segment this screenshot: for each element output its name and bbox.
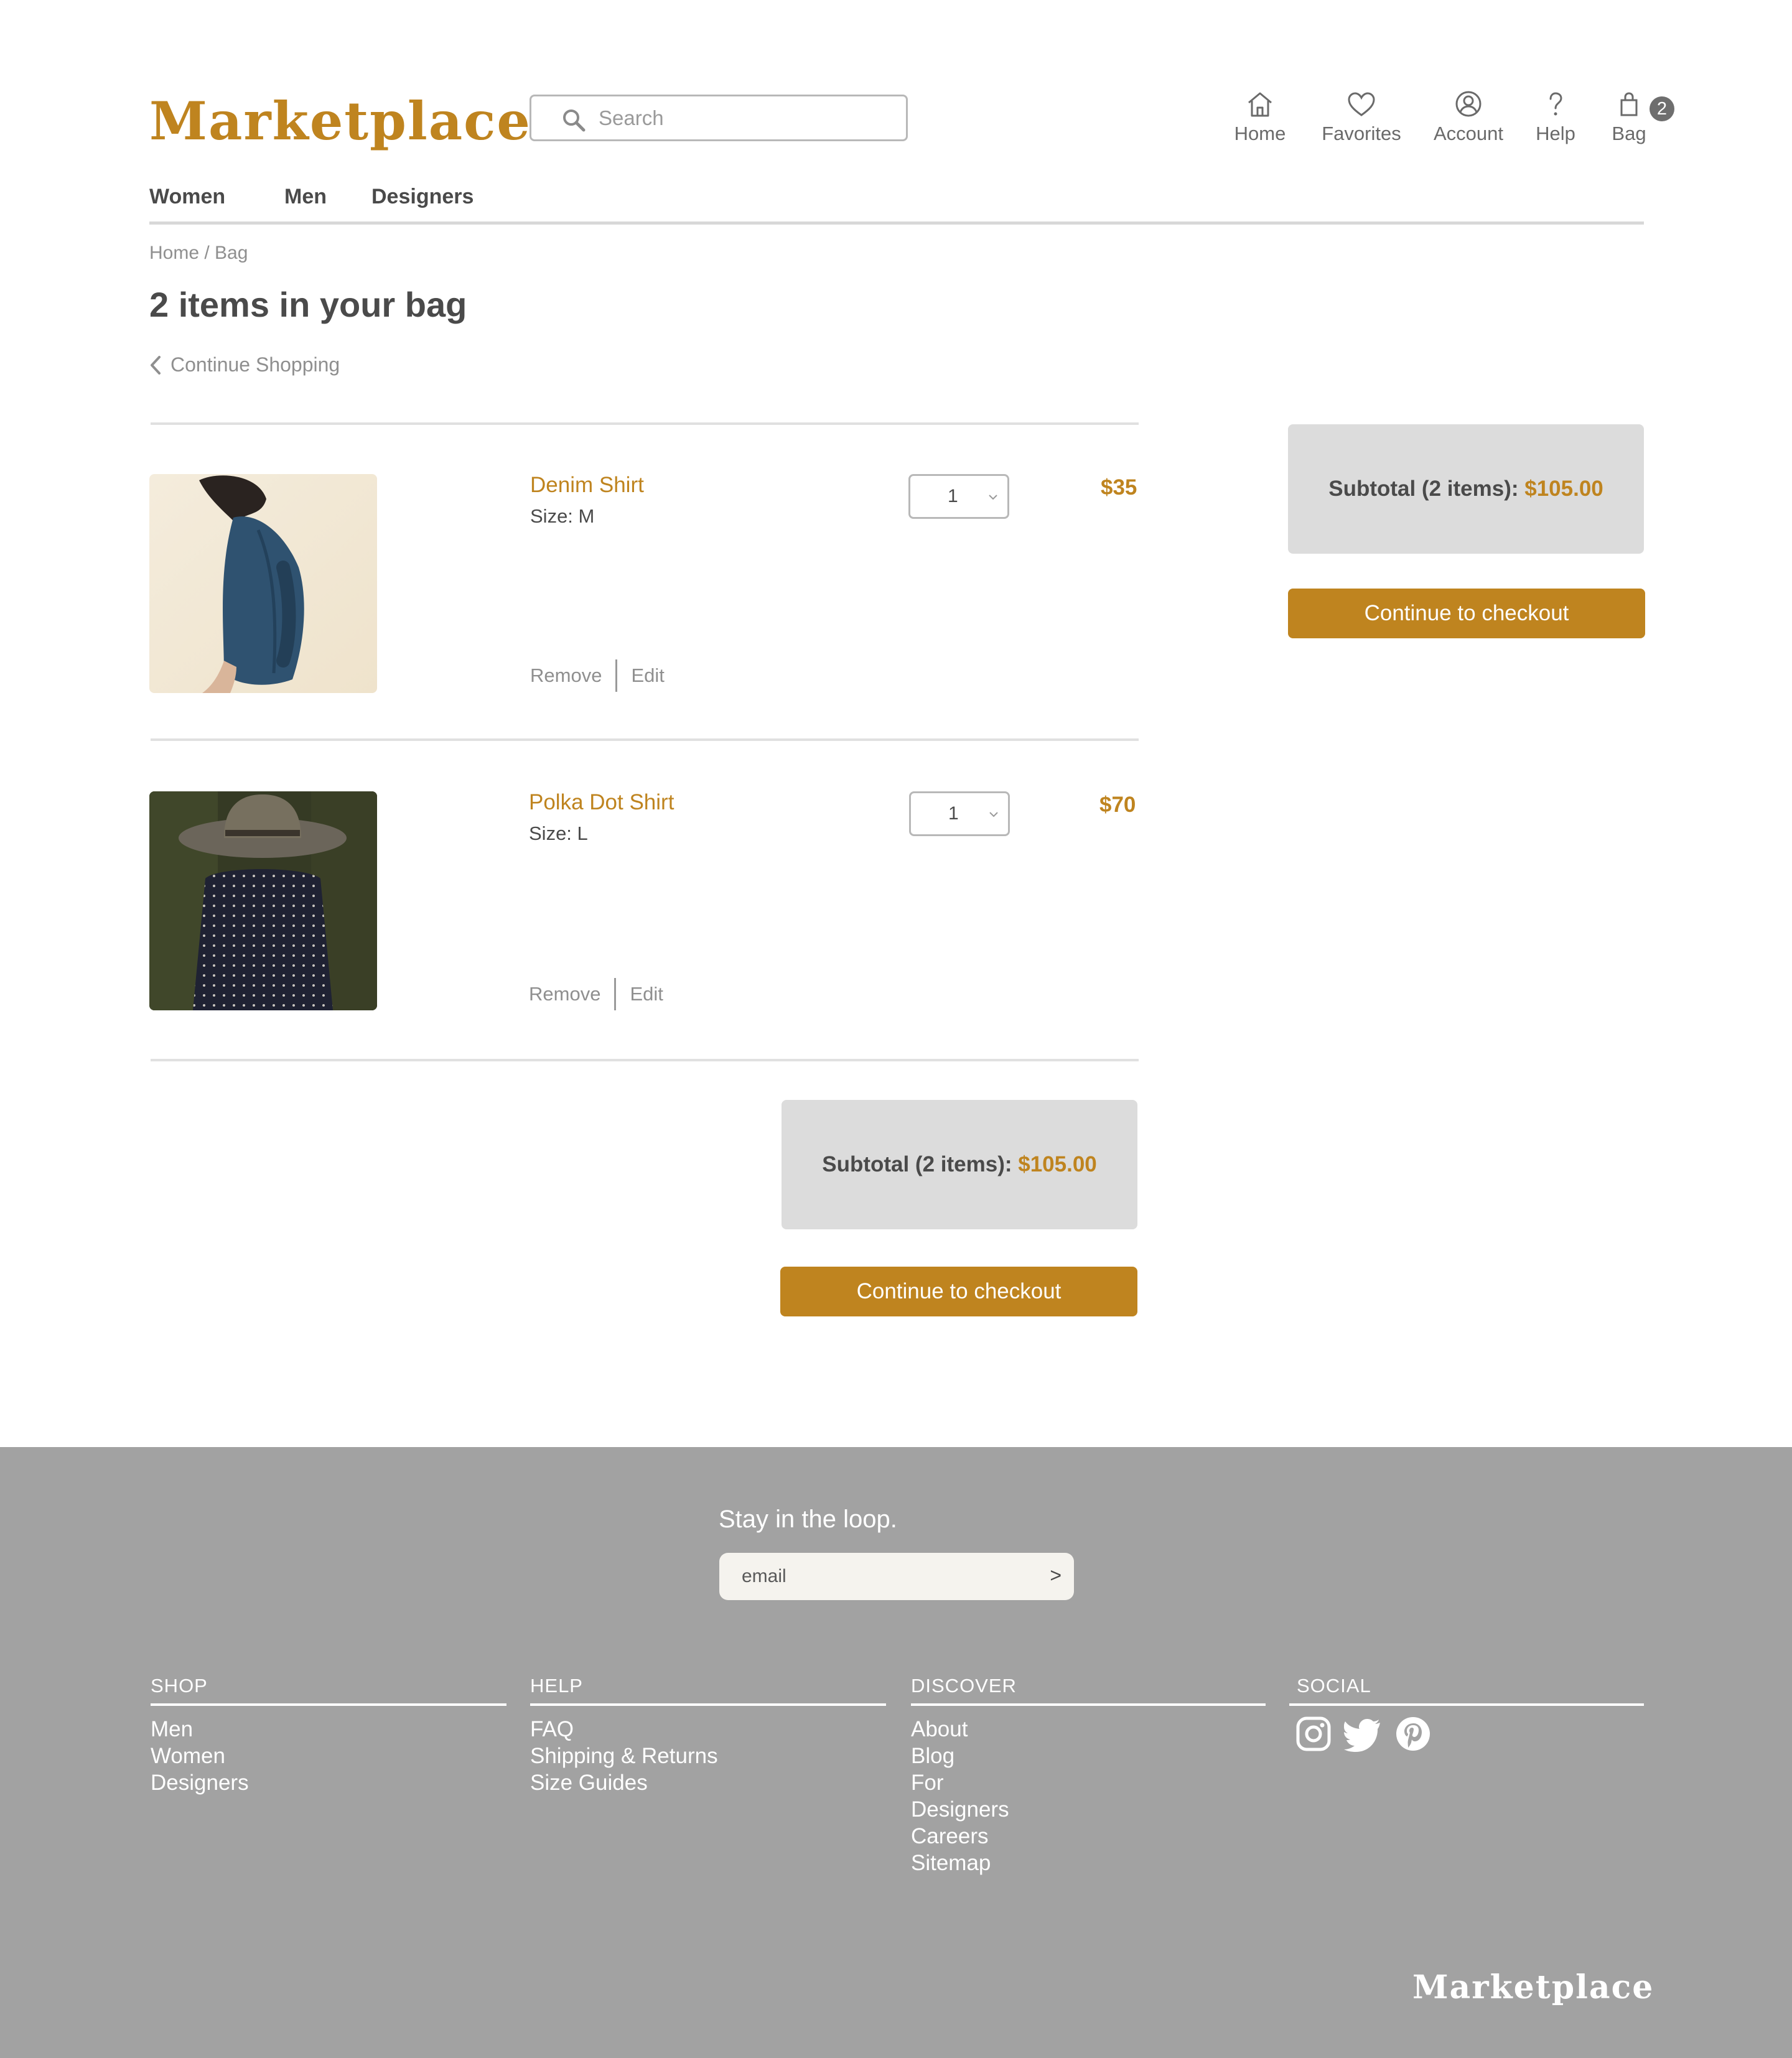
chevron-left-icon [151, 355, 161, 375]
footer-column-discover: DISCOVER About Blog For Designers Career… [911, 1675, 1266, 1876]
footer-link[interactable]: Women [151, 1743, 506, 1769]
footer-link[interactable]: Shipping & Returns [530, 1743, 886, 1769]
nav-bag[interactable]: Bag [1605, 90, 1653, 145]
checkout-button[interactable]: Continue to checkout [1288, 589, 1645, 638]
item-actions: Remove Edit [530, 659, 665, 692]
quantity-value: 1 [948, 486, 958, 506]
twitter-icon[interactable] [1344, 1716, 1383, 1752]
divider [151, 1059, 1139, 1061]
checkout-button-bottom[interactable]: Continue to checkout [780, 1267, 1137, 1316]
footer-divider [151, 1703, 506, 1706]
nav-help-label: Help [1536, 123, 1575, 144]
footer-divider [530, 1703, 886, 1706]
bag-icon [1620, 92, 1638, 116]
category-women[interactable]: Women [149, 185, 225, 209]
footer-heading: SOCIAL [1297, 1675, 1371, 1697]
item-name[interactable]: Polka Dot Shirt [529, 790, 674, 815]
footer-column-help: HELP FAQ Shipping & Returns Size Guides [530, 1675, 886, 1796]
nav-account[interactable]: Account [1430, 90, 1507, 145]
search-box[interactable] [530, 95, 908, 141]
footer-link[interactable]: Size Guides [530, 1769, 886, 1796]
footer: Stay in the loop. > SHOP Men Women Desig… [0, 1447, 1792, 2058]
footer-heading: SHOP [151, 1675, 208, 1697]
divider [151, 422, 1139, 425]
item-size: Size: M [530, 505, 595, 527]
footer-column-shop: SHOP Men Women Designers [151, 1675, 506, 1796]
item-size: Size: L [529, 822, 588, 844]
bag-count-badge: 2 [1650, 96, 1674, 121]
site-logo[interactable]: Marketplace [149, 87, 531, 156]
chevron-down-icon [989, 495, 997, 500]
footer-link[interactable]: Designers [151, 1769, 506, 1796]
home-icon [1248, 92, 1272, 117]
subtotal-amount: $105.00 [1524, 477, 1603, 501]
footer-heading: DISCOVER [911, 1675, 1017, 1697]
newsletter-form: > [719, 1553, 1074, 1600]
page-title: 2 items in your bag [149, 285, 467, 324]
product-image-denim-shirt[interactable] [149, 474, 377, 693]
footer-column-social: SOCIAL [1289, 1675, 1644, 1752]
newsletter-title: Stay in the loop. [719, 1506, 897, 1533]
pinterest-icon[interactable] [1395, 1716, 1431, 1752]
email-input[interactable] [742, 1562, 1015, 1591]
instagram-icon[interactable] [1295, 1716, 1332, 1752]
chevron-down-icon [989, 812, 998, 817]
nav-favorites[interactable]: Favorites [1318, 90, 1405, 145]
edit-button[interactable]: Edit [631, 664, 664, 687]
action-separator [615, 659, 618, 692]
footer-logo[interactable]: Marketplace [1412, 1968, 1654, 2006]
footer-link[interactable]: For [911, 1769, 1266, 1796]
item-price: $35 [1101, 475, 1137, 500]
divider [151, 738, 1139, 741]
subtotal-label: Subtotal (2 items): [822, 1152, 1012, 1176]
subtotal-label: Subtotal (2 items): [1328, 477, 1519, 501]
order-summary: Subtotal (2 items): $105.00 [1288, 424, 1644, 554]
footer-link[interactable]: Careers [911, 1823, 1266, 1850]
search-input[interactable] [599, 103, 885, 134]
category-men[interactable]: Men [284, 185, 327, 209]
category-designers[interactable]: Designers [371, 185, 474, 209]
nav-bag-label: Bag [1612, 123, 1646, 144]
breadcrumb[interactable]: Home / Bag [149, 243, 248, 264]
footer-divider [911, 1703, 1266, 1706]
quantity-select[interactable]: 1 [909, 791, 1010, 836]
nav-home-label: Home [1234, 123, 1286, 144]
quantity-value: 1 [948, 803, 959, 824]
nav-help[interactable]: Help [1532, 90, 1579, 145]
remove-button[interactable]: Remove [529, 983, 600, 1005]
item-name[interactable]: Denim Shirt [530, 473, 644, 498]
email-submit-button[interactable]: > [1050, 1564, 1062, 1587]
quantity-select[interactable]: 1 [908, 474, 1009, 519]
continue-shopping-label: Continue Shopping [170, 353, 340, 376]
footer-link[interactable]: Designers [911, 1796, 1266, 1823]
nav-account-label: Account [1433, 123, 1503, 144]
nav-favorites-label: Favorites [1322, 123, 1401, 144]
footer-heading: HELP [530, 1675, 583, 1697]
item-price: $70 [1099, 793, 1136, 817]
remove-button[interactable]: Remove [530, 664, 602, 687]
footer-link[interactable]: Sitemap [911, 1850, 1266, 1876]
product-image-polka-dot-shirt[interactable] [149, 791, 377, 1010]
item-actions: Remove Edit [529, 978, 663, 1010]
footer-link[interactable]: About [911, 1716, 1266, 1743]
social-icons [1289, 1716, 1644, 1752]
footer-link[interactable]: Blog [911, 1743, 1266, 1769]
action-separator [614, 978, 617, 1010]
subtotal-amount: $105.00 [1018, 1152, 1097, 1176]
footer-link[interactable]: FAQ [530, 1716, 886, 1743]
order-summary-bottom: Subtotal (2 items): $105.00 [782, 1100, 1137, 1229]
heart-icon [1348, 92, 1375, 116]
footer-divider [1289, 1703, 1644, 1706]
continue-shopping-link[interactable]: Continue Shopping [149, 353, 340, 376]
question-icon [1549, 92, 1562, 116]
nav-home[interactable]: Home [1232, 90, 1288, 145]
account-icon [1455, 91, 1482, 117]
search-icon [563, 109, 586, 132]
footer-link[interactable]: Men [151, 1716, 506, 1743]
edit-button[interactable]: Edit [630, 983, 663, 1005]
header-divider [149, 221, 1644, 225]
